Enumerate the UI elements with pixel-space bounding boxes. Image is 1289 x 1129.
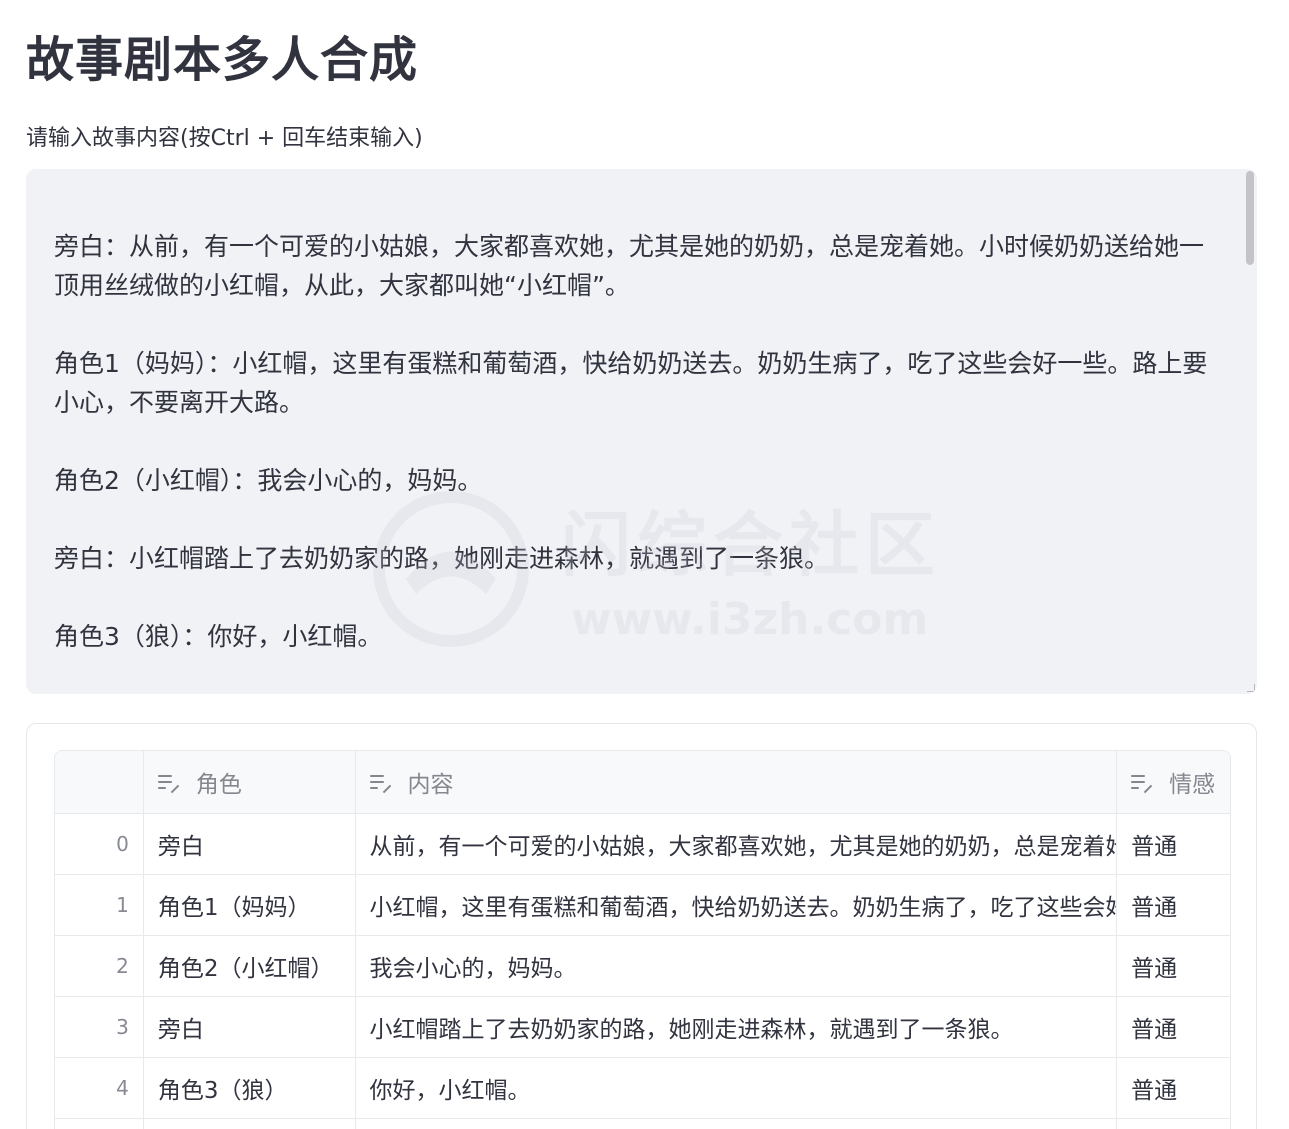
header-content[interactable]: 内容	[356, 751, 1118, 813]
role-cell[interactable]: 旁白	[144, 814, 356, 874]
story-input-label: 请输入故事内容(按Ctrl + 回车结束输入)	[26, 126, 423, 151]
page-title: 故事剧本多人合成	[26, 32, 419, 88]
text-edit-icon	[1131, 773, 1153, 794]
content-cell[interactable]: 小红帽，这里有蛋糕和葡萄酒，快给奶奶送去。奶奶生病了，吃了这些会好一些。路上要小…	[356, 875, 1118, 935]
row-index: 4	[55, 1058, 144, 1118]
role-cell[interactable]: 角色1（妈妈）	[144, 875, 356, 935]
header-index-cell	[55, 751, 144, 813]
table-row[interactable]	[55, 1119, 1230, 1129]
emotion-cell[interactable]: 普通	[1117, 875, 1230, 935]
emotion-cell[interactable]: 普通	[1117, 814, 1230, 874]
header-emotion[interactable]: 情感	[1117, 751, 1230, 813]
header-emotion-label: 情感	[1169, 772, 1216, 798]
table-header-row: 角色 内容 情感	[55, 751, 1230, 814]
table-row[interactable]: 2 角色2（小红帽） 我会小心的，妈妈。 普通	[55, 936, 1230, 997]
emotion-cell[interactable]: 普通	[1117, 1058, 1230, 1118]
content-cell[interactable]: 从前，有一个可爱的小姑娘，大家都喜欢她，尤其是她的奶奶，总是宠着她。小时候奶奶送…	[356, 814, 1118, 874]
emotion-cell[interactable]: 普通	[1117, 936, 1230, 996]
row-index: 2	[55, 936, 144, 996]
row-index: 1	[55, 875, 144, 935]
role-cell[interactable]	[144, 1119, 356, 1129]
row-index	[55, 1119, 144, 1129]
script-table-card: 角色 内容 情感 0 旁白 从前，有一个可爱的小姑娘，大家都喜欢她，尤其是她的奶…	[26, 723, 1257, 1129]
role-cell[interactable]: 角色2（小红帽）	[144, 936, 356, 996]
role-cell[interactable]: 角色3（狼）	[144, 1058, 356, 1118]
row-index: 3	[55, 997, 144, 1057]
table-row[interactable]: 4 角色3（狼） 你好，小红帽。 普通	[55, 1058, 1230, 1119]
table-row[interactable]: 3 旁白 小红帽踏上了去奶奶家的路，她刚走进森林，就遇到了一条狼。 普通	[55, 997, 1230, 1058]
story-textarea[interactable]: 旁白：从前，有一个可爱的小姑娘，大家都喜欢她，尤其是她的奶奶，总是宠着她。小时候…	[54, 227, 1224, 656]
content-cell[interactable]	[356, 1119, 1118, 1129]
table-row[interactable]: 1 角色1（妈妈） 小红帽，这里有蛋糕和葡萄酒，快给奶奶送去。奶奶生病了，吃了这…	[55, 875, 1230, 936]
content-cell[interactable]: 小红帽踏上了去奶奶家的路，她刚走进森林，就遇到了一条狼。	[356, 997, 1118, 1057]
header-role-label: 角色	[195, 772, 242, 798]
text-edit-icon	[369, 773, 392, 794]
header-content-label: 内容	[407, 772, 454, 798]
textarea-resize-handle[interactable]	[1247, 684, 1255, 692]
story-textarea-container[interactable]: 旁白：从前，有一个可爱的小姑娘，大家都喜欢她，尤其是她的奶奶，总是宠着她。小时候…	[26, 169, 1257, 694]
app-page: 故事剧本多人合成 请输入故事内容(按Ctrl + 回车结束输入) 旁白：从前，有…	[0, 0, 1289, 1129]
emotion-cell[interactable]: 普通	[1117, 997, 1230, 1057]
content-cell[interactable]: 你好，小红帽。	[356, 1058, 1118, 1118]
header-role[interactable]: 角色	[144, 751, 356, 813]
text-edit-icon	[157, 773, 180, 794]
role-cell[interactable]: 旁白	[144, 997, 356, 1057]
textarea-scrollbar[interactable]	[1246, 171, 1254, 265]
table-row[interactable]: 0 旁白 从前，有一个可爱的小姑娘，大家都喜欢她，尤其是她的奶奶，总是宠着她。小…	[55, 814, 1230, 875]
row-index: 0	[55, 814, 144, 874]
content-cell[interactable]: 我会小心的，妈妈。	[356, 936, 1118, 996]
script-data-grid[interactable]: 角色 内容 情感 0 旁白 从前，有一个可爱的小姑娘，大家都喜欢她，尤其是她的奶…	[54, 750, 1231, 1129]
emotion-cell[interactable]	[1117, 1119, 1230, 1129]
